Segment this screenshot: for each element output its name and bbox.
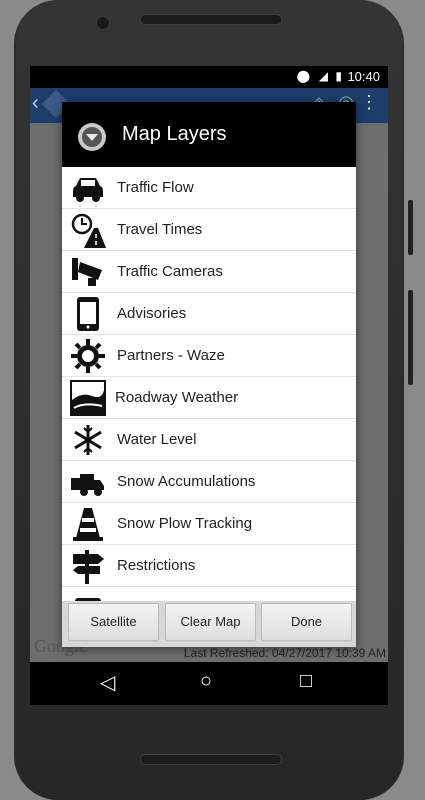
battery-icon: ▮ (335, 69, 342, 83)
layer-item-advisories[interactable]: Advisories (62, 293, 356, 335)
dialog-button-bar: Satellite Clear Map Done (62, 601, 356, 647)
location-icon: ⬤ (296, 69, 310, 83)
power-button (408, 200, 413, 255)
camera-icon (72, 258, 102, 286)
done-button[interactable]: Done (261, 603, 352, 641)
satellite-button[interactable]: Satellite (68, 603, 159, 641)
weather-icon (70, 380, 106, 416)
layer-item-roadway-weather[interactable]: Roadway Weather (62, 377, 356, 419)
layer-item-restrictions[interactable]: Restrictions (62, 545, 356, 587)
clock-road-icon (71, 213, 106, 248)
layer-label: Partners - Waze (117, 347, 225, 364)
truck-icon (71, 474, 104, 496)
overflow-menu-icon[interactable]: ⋮ (360, 92, 378, 113)
layer-item-traffic-cameras[interactable]: Traffic Cameras (62, 251, 356, 293)
layer-label: Roadway Weather (115, 389, 239, 406)
signpost-icon (73, 550, 104, 584)
status-time: 10:40 (347, 69, 380, 84)
layer-label: Snow Plow Tracking (117, 515, 253, 532)
phone-icon (77, 297, 99, 331)
layer-label: Water Level (117, 431, 197, 448)
layer-item-partial[interactable] (62, 587, 356, 601)
layer-item-water-level[interactable]: Water Level (62, 419, 356, 461)
map-layers-dialog: Map Layers Traffic Flow Travel Times Tra… (62, 102, 356, 647)
layer-item-partners-waze[interactable]: Partners - Waze (62, 335, 356, 377)
back-icon[interactable]: ‹ (32, 92, 39, 115)
layer-item-travel-times[interactable]: Travel Times (62, 209, 356, 251)
nav-bar: ◁ ○ □ (30, 662, 388, 705)
layer-label: Snow Accumulations (117, 473, 256, 490)
volume-button (408, 290, 413, 385)
more-layer-icon (75, 598, 101, 601)
front-camera (96, 16, 110, 30)
dialog-title: Map Layers (122, 123, 227, 145)
layer-item-snow-plow-tracking[interactable]: Snow Plow Tracking (62, 503, 356, 545)
nav-home-icon[interactable]: ○ (200, 670, 212, 693)
signal-icon: ◢ (318, 69, 328, 83)
collapse-icon[interactable] (78, 123, 106, 151)
nav-back-icon[interactable]: ◁ (100, 670, 115, 695)
layer-item-snow-accumulations[interactable]: Snow Accumulations (62, 461, 356, 503)
layer-label: Traffic Flow (117, 179, 194, 196)
car-icon (73, 178, 103, 202)
layer-label: Traffic Cameras (117, 263, 223, 280)
last-refreshed-label: Last Refreshed: 04/27/2017 10:39 AM (183, 646, 386, 660)
nav-recents-icon[interactable]: □ (300, 670, 312, 693)
top-speaker (140, 14, 282, 25)
dialog-header: Map Layers (62, 102, 356, 167)
clear-map-button[interactable]: Clear Map (165, 603, 256, 641)
snowflake-icon (74, 425, 102, 455)
layer-item-traffic-flow[interactable]: Traffic Flow (62, 167, 356, 209)
layer-label: Travel Times (117, 221, 203, 238)
cone-icon (73, 508, 103, 541)
bottom-speaker (140, 754, 282, 765)
layer-label: Advisories (117, 305, 187, 322)
layer-label: Restrictions (117, 557, 196, 574)
gear-icon (71, 339, 105, 373)
layer-list[interactable]: Traffic Flow Travel Times Traffic Camera… (62, 167, 356, 601)
status-bar: ⬤ ◢ ▮ 10:40 (30, 66, 388, 88)
